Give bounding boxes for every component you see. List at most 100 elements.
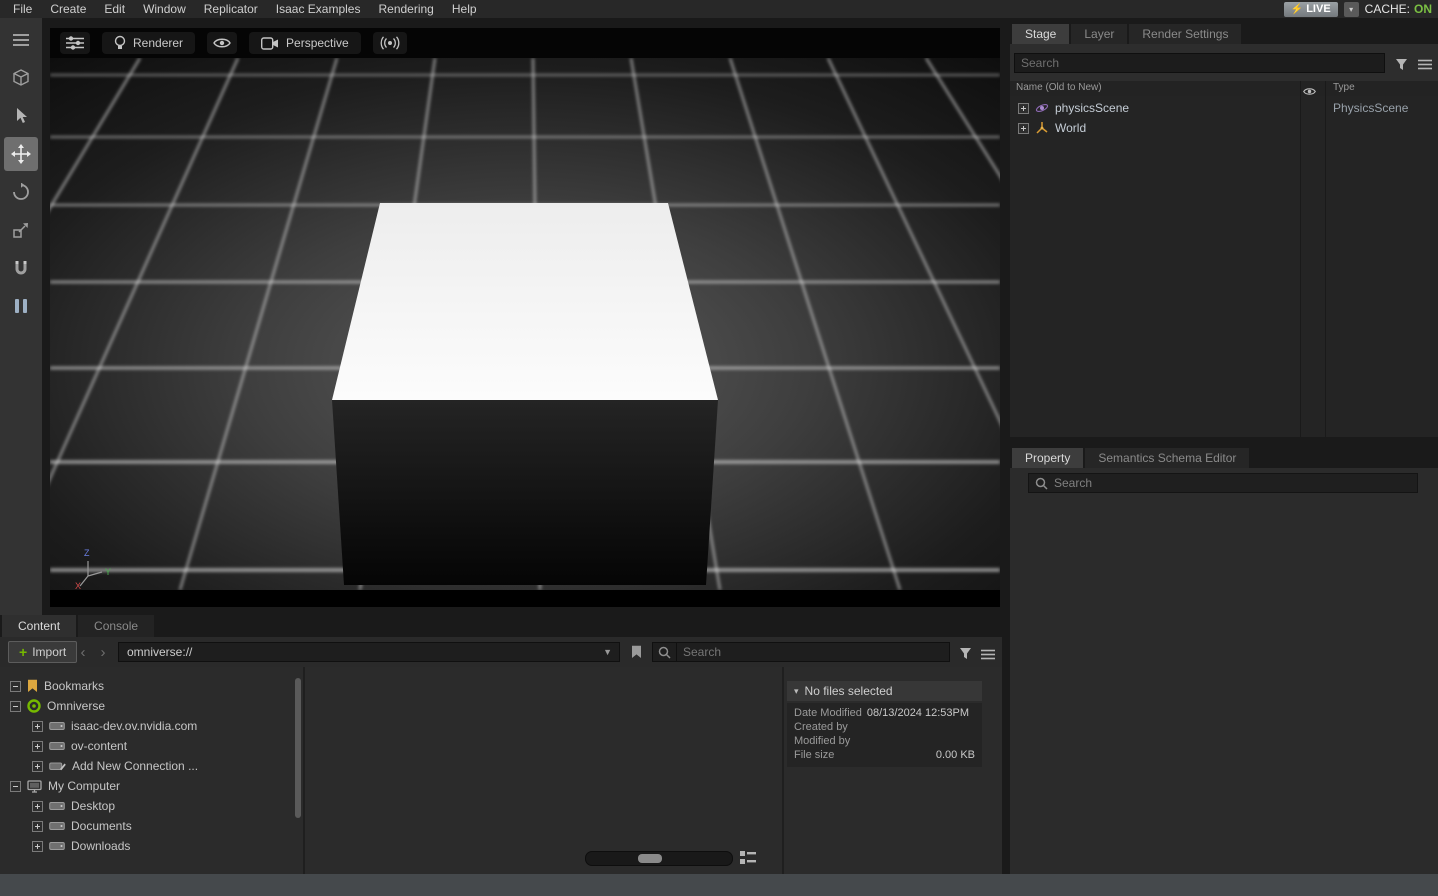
content-search-field[interactable] xyxy=(652,642,950,662)
menu-file[interactable]: File xyxy=(4,0,41,18)
expand-toggle[interactable] xyxy=(32,821,43,832)
tab-console[interactable]: Console xyxy=(78,615,154,637)
tree-scrollbar[interactable] xyxy=(295,678,301,818)
pause-tool[interactable] xyxy=(4,289,38,323)
tree-item-bookmarks[interactable]: Bookmarks xyxy=(0,676,303,696)
content-filter-button[interactable] xyxy=(958,645,974,661)
collapse-toggle[interactable] xyxy=(10,681,21,692)
path-dropdown-icon[interactable]: ▼ xyxy=(596,647,619,657)
tab-property[interactable]: Property xyxy=(1012,448,1083,468)
column-separator[interactable] xyxy=(1325,81,1326,437)
cube-front-face xyxy=(332,400,718,585)
menu-replicator[interactable]: Replicator xyxy=(195,0,267,18)
back-button[interactable]: ‹ xyxy=(74,641,92,663)
live-button[interactable]: ⚡ LIVE xyxy=(1284,2,1338,17)
stage-search-field[interactable] xyxy=(1014,53,1385,73)
tree-item-my-computer[interactable]: My Computer xyxy=(0,776,303,796)
tree-item-isaac-dev[interactable]: isaac-dev.ov.nvidia.com xyxy=(0,716,303,736)
scale-tool[interactable] xyxy=(4,213,38,247)
menu-rendering[interactable]: Rendering xyxy=(369,0,442,18)
tree-item-ov-content[interactable]: ov-content xyxy=(0,736,303,756)
visibility-button[interactable] xyxy=(207,32,237,54)
stage-search-row xyxy=(1010,44,1438,81)
tree-item-desktop[interactable]: Desktop xyxy=(0,796,303,816)
main-menu-button[interactable] xyxy=(4,23,38,57)
broadcast-button[interactable] xyxy=(373,32,407,54)
camera-label: Perspective xyxy=(286,36,349,50)
renderer-dropdown[interactable]: Renderer xyxy=(102,32,195,54)
tree-item-label: Bookmarks xyxy=(44,679,104,693)
rotate-tool[interactable] xyxy=(4,175,38,209)
filter-icon xyxy=(959,647,973,660)
forward-button[interactable]: › xyxy=(94,641,112,663)
expand-toggle[interactable] xyxy=(32,741,43,752)
menu-lines-icon xyxy=(981,649,995,660)
tree-item-documents[interactable]: Documents xyxy=(0,816,303,836)
file-grid-area[interactable] xyxy=(307,667,780,874)
bookmark-button[interactable] xyxy=(628,644,644,660)
slider-handle[interactable] xyxy=(638,854,662,863)
expand-toggle[interactable] xyxy=(1018,123,1029,134)
menu-create[interactable]: Create xyxy=(41,0,95,18)
stage-options-button[interactable] xyxy=(1417,56,1433,72)
collapse-toggle[interactable] xyxy=(10,781,21,792)
stage-column-header[interactable]: Name (Old to New) Type xyxy=(1010,81,1438,96)
sliders-icon xyxy=(66,36,84,50)
status-bar xyxy=(0,874,1438,896)
property-search-input[interactable] xyxy=(1054,476,1411,490)
expand-toggle[interactable] xyxy=(1018,103,1029,114)
magnet-icon xyxy=(12,259,30,277)
column-separator[interactable] xyxy=(1300,81,1301,437)
expand-toggle[interactable] xyxy=(32,841,43,852)
stage-row-world[interactable]: World xyxy=(1010,118,1438,138)
left-toolbar xyxy=(0,18,42,615)
viewport-settings-button[interactable] xyxy=(60,32,90,54)
menu-items: File Create Edit Window Replicator Isaac… xyxy=(4,0,486,18)
stage-row-physicsscene[interactable]: physicsScene PhysicsScene xyxy=(1010,98,1438,118)
tree-item-downloads[interactable]: Downloads xyxy=(0,836,303,856)
menu-window[interactable]: Window xyxy=(134,0,195,18)
live-dropdown-button[interactable]: ▾ xyxy=(1344,2,1359,17)
move-tool[interactable] xyxy=(4,137,38,171)
search-icon-cell xyxy=(653,643,677,661)
snap-tool[interactable] xyxy=(4,251,38,285)
menu-edit[interactable]: Edit xyxy=(95,0,134,18)
stage-tree: physicsScene PhysicsScene World xyxy=(1010,96,1438,437)
content-options-button[interactable] xyxy=(980,646,996,662)
camera-dropdown[interactable]: Perspective xyxy=(249,32,361,54)
add-connection-icon xyxy=(49,760,66,773)
cache-value: ON xyxy=(1414,2,1432,16)
property-search-field[interactable] xyxy=(1028,473,1418,493)
select-tool[interactable] xyxy=(4,99,38,133)
pause-icon xyxy=(14,298,28,314)
viewport-scene[interactable]: Z Y X xyxy=(50,58,1000,590)
stage-filter-button[interactable] xyxy=(1394,56,1410,72)
stage-search-input[interactable] xyxy=(1021,56,1378,70)
thumbnail-size-slider[interactable] xyxy=(585,851,733,866)
tree-item-omniverse[interactable]: Omniverse xyxy=(0,696,303,716)
tree-item-add-new-connection[interactable]: Add New Connection ... xyxy=(0,756,303,776)
view-cube-tool[interactable] xyxy=(4,61,38,95)
tab-stage[interactable]: Stage xyxy=(1012,24,1069,44)
renderer-label: Renderer xyxy=(133,36,183,50)
tab-semantics-schema-editor[interactable]: Semantics Schema Editor xyxy=(1085,448,1249,468)
tree-item-label: Add New Connection ... xyxy=(72,759,198,773)
tab-content[interactable]: Content xyxy=(2,615,76,637)
expand-toggle[interactable] xyxy=(32,801,43,812)
menu-isaac-examples[interactable]: Isaac Examples xyxy=(267,0,370,18)
details-header[interactable]: ▾ No files selected xyxy=(787,681,982,701)
view-mode-toggle[interactable] xyxy=(739,850,757,866)
expand-toggle[interactable] xyxy=(32,761,43,772)
tab-render-settings[interactable]: Render Settings xyxy=(1129,24,1241,44)
content-search-input[interactable] xyxy=(677,645,949,659)
detail-file-size: File size 0.00 KB xyxy=(794,748,975,762)
path-input[interactable] xyxy=(119,645,596,659)
expand-toggle[interactable] xyxy=(32,721,43,732)
scale-icon xyxy=(12,221,30,239)
import-button[interactable]: + Import xyxy=(8,641,77,663)
collapse-toggle[interactable] xyxy=(10,701,21,712)
viewport-toolbar: Renderer Perspective xyxy=(50,28,1000,58)
tab-layer[interactable]: Layer xyxy=(1071,24,1127,44)
menu-help[interactable]: Help xyxy=(443,0,486,18)
path-bar[interactable]: ▼ xyxy=(118,642,620,662)
